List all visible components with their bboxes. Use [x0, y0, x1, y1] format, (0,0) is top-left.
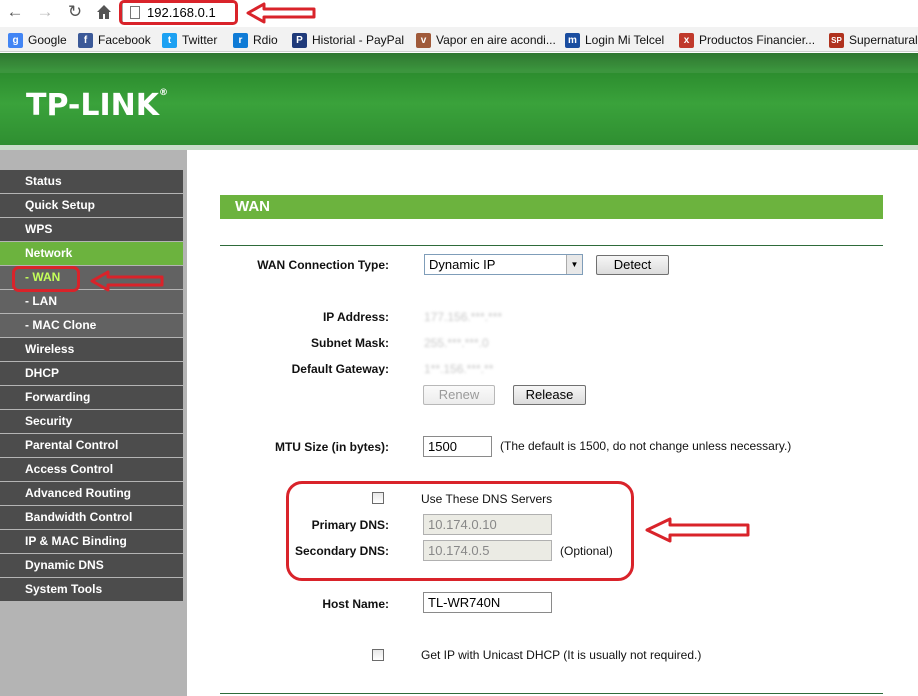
bookmark-rdio[interactable]: r Rdio — [233, 32, 278, 48]
logo-text: TP-LINK — [26, 88, 160, 123]
wan-connection-type-label: WAN Connection Type: — [257, 258, 389, 272]
bookmark-twitter[interactable]: t Twitter — [162, 32, 217, 48]
sidebar-item-ip-mac-binding[interactable]: IP & MAC Binding — [0, 530, 183, 553]
back-icon[interactable]: ← — [4, 1, 26, 23]
bookmark-label: Facebook — [98, 33, 151, 47]
bookmark-label: Supernatural — [849, 33, 918, 47]
renew-button[interactable]: Renew — [423, 385, 495, 405]
bookmark-label: Vapor en aire acondi... — [436, 33, 556, 47]
section-divider-top — [220, 245, 883, 246]
wan-annotation-arrow — [90, 270, 164, 292]
dns-annotation-arrow — [645, 517, 750, 543]
sidebar-item-parental-control[interactable]: Parental Control — [0, 434, 183, 457]
twitter-icon: t — [162, 32, 177, 48]
unicast-dhcp-label: Get IP with Unicast DHCP (It is usually … — [421, 648, 702, 662]
subnet-mask-value: 255.***.***.0 — [424, 336, 489, 350]
sidebar-item-forwarding[interactable]: Forwarding — [0, 386, 183, 409]
mtu-size-label: MTU Size (in bytes): — [274, 440, 389, 454]
bookmark-label: Login Mi Telcel — [585, 33, 665, 47]
tp-link-logo: TP-LINK® — [26, 88, 168, 123]
host-name-label: Host Name: — [322, 597, 389, 611]
bookmark-paypal[interactable]: P Historial - PayPal — [292, 32, 404, 48]
sidebar-item-mac-clone[interactable]: - MAC Clone — [0, 314, 183, 337]
sidebar-item-dhcp[interactable]: DHCP — [0, 362, 183, 385]
sidebar-item-wireless[interactable]: Wireless — [0, 338, 183, 361]
address-annotation-outline — [119, 0, 238, 25]
paypal-icon: P — [292, 32, 307, 48]
telcel-icon: m — [565, 32, 580, 48]
bookmark-supernatural[interactable]: SP Supernatural — [829, 32, 918, 48]
reload-icon[interactable]: ↻ — [64, 1, 86, 23]
router-header: TP-LINK® — [0, 53, 918, 145]
bookmark-label: Twitter — [182, 33, 218, 47]
google-icon: g — [8, 32, 23, 48]
subnet-mask-label: Subnet Mask: — [310, 336, 389, 350]
sidebar-item-bandwidth-control[interactable]: Bandwidth Control — [0, 506, 183, 529]
financier-icon: x — [679, 32, 694, 48]
bookmark-vapor[interactable]: v Vapor en aire acondi... — [416, 32, 556, 48]
address-annotation-arrow — [246, 2, 316, 24]
content-panel — [187, 150, 918, 696]
ip-address-label: IP Address: — [322, 310, 389, 324]
rdio-icon: r — [233, 32, 248, 48]
supernatural-icon: SP — [829, 32, 844, 48]
bookmark-label: Productos Financier... — [699, 33, 816, 47]
bookmark-telcel[interactable]: m Login Mi Telcel — [565, 32, 664, 48]
bookmark-facebook[interactable]: f Facebook — [78, 32, 151, 48]
default-gateway-value: 1**.156.***.** — [424, 362, 494, 376]
section-title: WAN — [220, 195, 883, 219]
unicast-dhcp-checkbox[interactable] — [372, 649, 384, 661]
forward-icon[interactable]: → — [34, 1, 56, 23]
browser-toolbar: ← → ↻ 192.168.0.1 — [0, 0, 918, 26]
bookmark-productos[interactable]: x Productos Financier... — [679, 32, 815, 48]
mtu-size-input[interactable]: 1500 — [423, 436, 492, 457]
dns-annotation-outline — [286, 481, 634, 581]
bookmarks-bar: g Google f Facebook t Twitter r Rdio P Histor… — [0, 27, 918, 52]
default-gateway-label: Default Gateway: — [291, 362, 389, 376]
sidebar-item-status[interactable]: Status — [0, 170, 183, 193]
chevron-down-icon: ▼ — [566, 255, 582, 274]
bookmark-label: Rdio — [253, 33, 278, 47]
wan-annotation-outline — [12, 266, 80, 292]
release-button[interactable]: Release — [513, 385, 586, 405]
wan-connection-type-select[interactable]: Dynamic IP ▼ — [424, 254, 583, 275]
sidebar-item-system-tools[interactable]: System Tools — [0, 578, 183, 601]
section-divider-bottom — [220, 693, 883, 694]
home-icon[interactable] — [93, 1, 115, 23]
vapor-icon: v — [416, 32, 431, 48]
bookmark-google[interactable]: g Google — [8, 32, 67, 48]
sidebar-item-advanced-routing[interactable]: Advanced Routing — [0, 482, 183, 505]
wan-connection-type-value: Dynamic IP — [429, 257, 496, 272]
bookmark-label: Google — [28, 33, 67, 47]
sidebar-item-network[interactable]: Network — [0, 242, 183, 265]
host-name-input[interactable]: TL-WR740N — [423, 592, 552, 613]
sidebar-item-quick-setup[interactable]: Quick Setup — [0, 194, 183, 217]
mtu-note: (The default is 1500, do not change unle… — [500, 439, 792, 453]
logo-registered-mark: ® — [159, 88, 169, 98]
header-gloss — [0, 53, 918, 73]
sidebar-item-security[interactable]: Security — [0, 410, 183, 433]
sidebar-item-dynamic-dns[interactable]: Dynamic DNS — [0, 554, 183, 577]
ip-address-value: 177.156.***.*** — [424, 310, 503, 324]
facebook-icon: f — [78, 32, 93, 48]
detect-button[interactable]: Detect — [596, 255, 669, 275]
bookmark-label: Historial - PayPal — [312, 33, 405, 47]
sidebar-item-wps[interactable]: WPS — [0, 218, 183, 241]
sidebar-item-lan[interactable]: - LAN — [0, 290, 183, 313]
sidebar-item-access-control[interactable]: Access Control — [0, 458, 183, 481]
